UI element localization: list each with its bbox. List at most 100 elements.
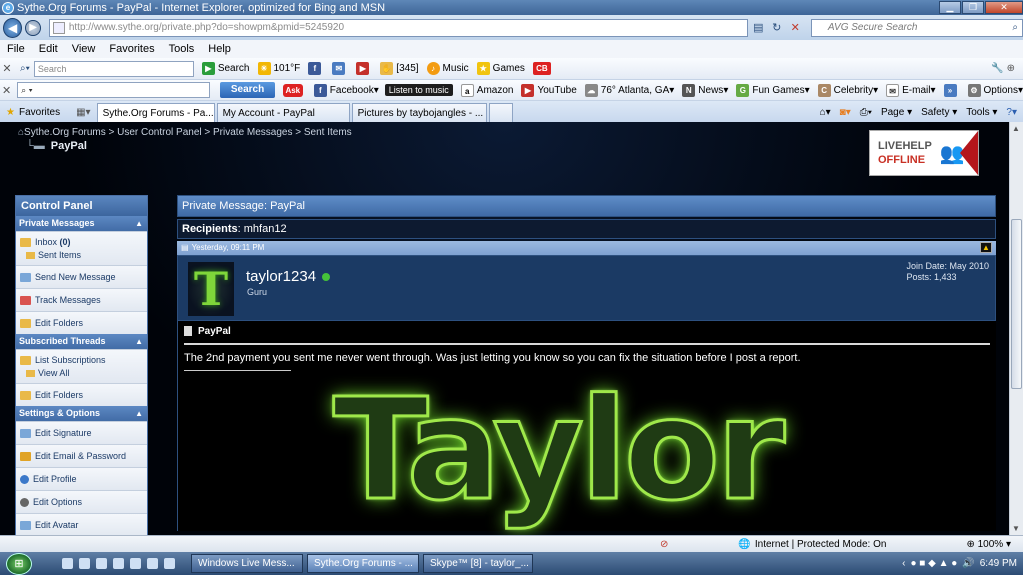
skype-icon[interactable] xyxy=(147,558,158,569)
tab-paypal[interactable]: My Account - PayPal xyxy=(216,103,350,122)
music-button[interactable]: ♪ Music xyxy=(426,62,469,75)
compat-view-icon[interactable]: ▤ xyxy=(751,20,766,36)
sidebar-section-private-messages[interactable]: Private Messages ▲ xyxy=(16,216,147,231)
sidebar-section-subscribed-threads[interactable]: Subscribed Threads ▲ xyxy=(16,334,147,349)
stop-icon[interactable]: ✕ xyxy=(788,20,803,36)
sidebar-item-view-all[interactable]: View All xyxy=(20,368,143,378)
menu-help[interactable]: Help xyxy=(201,43,238,55)
start-button[interactable]: ⊞ xyxy=(6,552,32,575)
safety-menu[interactable]: Safety ▾ xyxy=(921,107,957,118)
close-toolbar2-icon[interactable]: ✕ xyxy=(0,84,13,97)
tray-icons[interactable]: ● ■ ◆ ▲ ● xyxy=(910,558,957,569)
sidebar-item-sent-items[interactable]: Sent Items xyxy=(20,250,143,260)
sidebar-section-settings[interactable]: Settings & Options ▲ xyxy=(16,406,147,421)
username[interactable]: taylor1234 xyxy=(246,268,316,285)
tab-sythe[interactable]: Sythe.Org Forums - Pa...✕ xyxy=(96,103,215,122)
scroll-up-icon[interactable]: ▲ xyxy=(980,242,992,253)
media-player-icon[interactable] xyxy=(113,558,124,569)
collapse-icon[interactable]: ▲ xyxy=(135,216,143,231)
sidebar-item-track[interactable]: Track Messages xyxy=(16,288,147,311)
weather-button[interactable]: ☀ 101°F xyxy=(257,62,300,75)
back-button[interactable]: ◀ xyxy=(3,17,23,38)
quick-tabs-icon[interactable]: ▦▾ xyxy=(76,107,90,118)
mail-icon[interactable]: ✉ xyxy=(332,62,348,75)
youtube-icon[interactable]: ▶ xyxy=(356,62,372,75)
weather-atlanta-button[interactable]: ☁ 76° Atlanta, GA ▾ xyxy=(584,83,674,97)
tray-expand-icon[interactable]: ‹ xyxy=(902,558,905,569)
sidebar-item-edit-folders-2[interactable]: Edit Folders xyxy=(16,383,147,406)
sidebar-item-edit-signature[interactable]: Edit Signature xyxy=(16,421,147,444)
home-icon[interactable]: ⌂▾ xyxy=(820,107,831,118)
minimize-button[interactable]: ▁ xyxy=(939,0,961,14)
menu-tools[interactable]: Tools xyxy=(162,43,202,55)
sidebar-item-edit-folders[interactable]: Edit Folders xyxy=(16,311,147,334)
forward-button[interactable]: ▶ xyxy=(25,19,41,36)
recipient-name[interactable]: mhfan12 xyxy=(244,223,287,235)
volume-icon[interactable]: 🔊 xyxy=(962,558,974,569)
url-input[interactable]: http://www.sythe.org/private.php?do=show… xyxy=(48,18,748,37)
email-button[interactable]: ✉ E-mail ▾ xyxy=(886,83,936,97)
avg-search-input[interactable]: AVG Secure Search ⌕ xyxy=(810,18,1023,37)
help-icon[interactable]: ?▾ xyxy=(1006,107,1017,118)
sidebar-item-edit-avatar[interactable]: Edit Avatar xyxy=(16,513,147,535)
show-desktop-icon[interactable] xyxy=(62,558,73,569)
livehelp-badge[interactable]: LIVEHELP OFFLINE 👥 xyxy=(869,130,979,176)
folder-icon[interactable] xyxy=(96,558,107,569)
close-window-button[interactable]: ✕ xyxy=(985,0,1023,14)
page-menu[interactable]: Page ▾ xyxy=(881,107,912,118)
facebook-icon[interactable]: f xyxy=(308,62,324,75)
menu-file[interactable]: File xyxy=(0,43,32,55)
collapse-icon[interactable]: ▲ xyxy=(135,334,143,349)
collapse-icon[interactable]: ▲ xyxy=(135,406,143,421)
sidebar-item-edit-email[interactable]: Edit Email & Password xyxy=(16,444,147,467)
favorites-button[interactable]: ★ Favorites xyxy=(0,103,66,122)
scroll-down-arrow-icon[interactable]: ▼ xyxy=(1012,524,1020,533)
toolbar-options-button[interactable]: ⚙ Options ▾ xyxy=(967,83,1023,97)
fun-games-button[interactable]: G Fun Games ▾ xyxy=(736,83,810,97)
rss-icon[interactable]: ◙▾ xyxy=(840,107,851,118)
mail-count-button[interactable]: ✋ [345] xyxy=(380,62,419,75)
tools-menu[interactable]: Tools ▾ xyxy=(966,107,997,118)
new-tab-button[interactable] xyxy=(488,103,513,122)
task-skype[interactable]: Skype™ [8] - taylor_... xyxy=(423,554,533,573)
sidebar-item-send-new[interactable]: Send New Message xyxy=(16,265,147,288)
clock[interactable]: 6:49 PM xyxy=(980,558,1017,569)
toolbar2-search-button[interactable]: Search xyxy=(220,82,275,98)
task-windows-live[interactable]: Windows Live Mess... xyxy=(191,554,303,573)
celebrity-button[interactable]: C Celebrity ▾ xyxy=(817,83,878,97)
ie-icon[interactable] xyxy=(79,558,90,569)
tab-pictures[interactable]: Pictures by taybojangles - ... xyxy=(351,103,487,122)
toolbar-search-button[interactable]: ▶ Search xyxy=(201,62,250,75)
listen-to-music-button[interactable]: Listen to music xyxy=(384,84,453,96)
menu-favorites[interactable]: Favorites xyxy=(102,43,161,55)
msn-icon[interactable] xyxy=(164,558,175,569)
breadcrumb[interactable]: ⌂Sythe.Org Forums > User Control Panel >… xyxy=(18,127,352,138)
search-icon[interactable]: ⌕▾ xyxy=(20,63,30,74)
chrome-icon[interactable] xyxy=(130,558,141,569)
search-icon[interactable]: ⌕ xyxy=(1012,22,1018,33)
zoom-control[interactable]: ⊕ 100% ▾ xyxy=(966,539,1011,550)
toolbar-search-input[interactable]: Search xyxy=(33,60,194,77)
menu-view[interactable]: View xyxy=(65,43,103,55)
close-toolbar-icon[interactable]: ✕ xyxy=(0,62,14,75)
games-button[interactable]: ★ Games xyxy=(476,62,525,75)
facebook-button[interactable]: f Facebook ▾ xyxy=(313,83,379,97)
scroll-up-arrow-icon[interactable]: ▲ xyxy=(1012,124,1020,133)
refresh-icon[interactable]: ↻ xyxy=(769,20,784,36)
news-button[interactable]: N News ▾ xyxy=(682,83,728,97)
sidebar-item-inbox[interactable]: Inbox (0) Sent Items xyxy=(16,231,147,265)
scroll-thumb[interactable] xyxy=(1011,219,1022,389)
vertical-scrollbar[interactable]: ▲ ▼ xyxy=(1009,122,1023,535)
sidebar-item-edit-options[interactable]: Edit Options xyxy=(16,490,147,513)
maximize-button[interactable]: ❐ xyxy=(962,0,984,14)
blocked-icon[interactable]: ⊘ xyxy=(660,539,668,550)
ask-icon[interactable]: Ask xyxy=(282,83,306,97)
wrench-icon[interactable]: 🔧 ⊕ xyxy=(991,63,1015,74)
sidebar-item-list-subscriptions[interactable]: List Subscriptions View All xyxy=(16,349,147,383)
toolbar2-search-input[interactable]: ⌕ ▾ xyxy=(17,82,211,98)
cb-icon[interactable]: CB xyxy=(532,62,554,75)
sidebar-item-edit-profile[interactable]: Edit Profile xyxy=(16,467,147,490)
menu-edit[interactable]: Edit xyxy=(32,43,65,55)
options-button[interactable]: » xyxy=(943,83,960,97)
youtube-button[interactable]: ▶ YouTube xyxy=(521,83,577,97)
